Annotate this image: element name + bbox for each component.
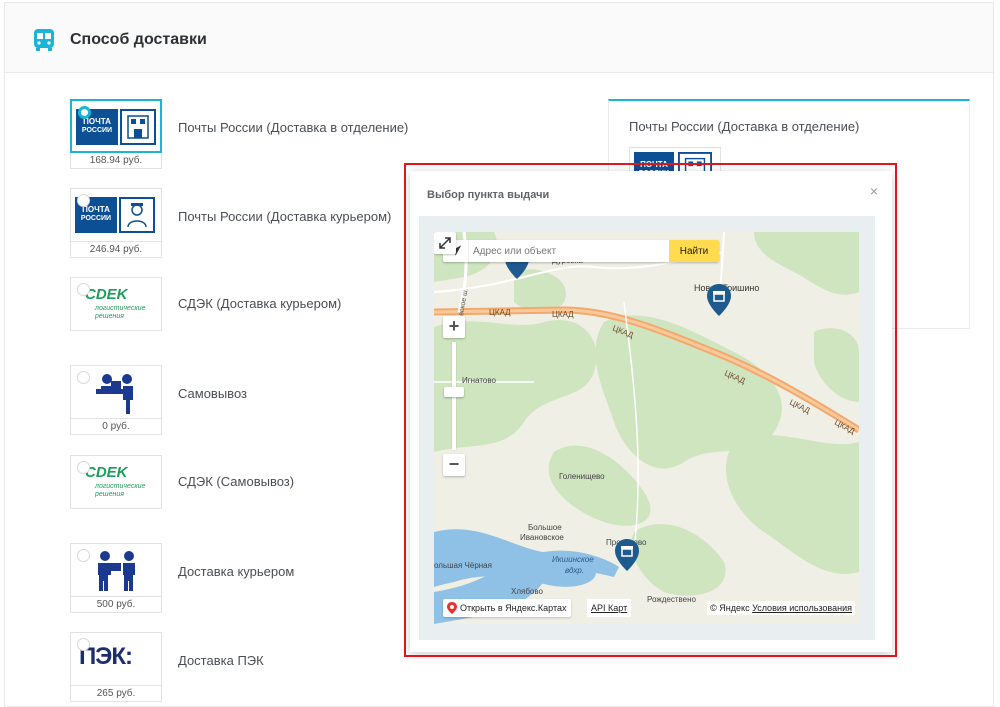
pek-logo[interactable]: ПЭК: xyxy=(70,632,162,686)
pickup-people-icon[interactable] xyxy=(70,365,162,419)
summary-title: Почты России (Доставка в отделение) xyxy=(629,119,860,134)
option-price: 0 руб. xyxy=(70,419,162,435)
pochta-logo-text-2: РОССИИ xyxy=(80,215,112,222)
courier-people-icon-graphic xyxy=(98,551,135,591)
courier-person-icon xyxy=(119,197,155,233)
page: Способ доставки ПОЧТА РОССИИ 168.94 руб.… xyxy=(0,0,1000,707)
option-price: 246.94 руб. xyxy=(70,242,162,258)
option-label[interactable]: Почты России (Доставка курьером) xyxy=(178,209,391,224)
delivery-option-courier[interactable]: 500 руб. Доставка курьером xyxy=(70,543,294,615)
radio-pochta-courier[interactable] xyxy=(77,194,90,207)
option-label[interactable]: Почты России (Доставка в отделение) xyxy=(178,120,408,135)
delivery-option-pickup[interactable]: 0 руб. Самовывоз xyxy=(70,365,247,437)
pochta-logo-text-2: РОССИИ xyxy=(81,127,113,134)
cdek-logo[interactable]: СDEK логистические решения xyxy=(70,277,162,331)
delivery-option-pek[interactable]: ПЭК: 265 руб. Доставка ПЭК xyxy=(70,632,264,704)
radio-cdek-courier[interactable] xyxy=(77,283,90,296)
delivery-option-pochta-courier[interactable]: ПОЧТА РОССИИ 246.94 руб. Почты России (Д… xyxy=(70,188,391,260)
delivery-option-pochta-office[interactable]: ПОЧТА РОССИИ 168.94 руб. Почты России (Д… xyxy=(70,99,408,171)
delivery-option-cdek-pickup[interactable]: СDEK логистические решения СДЭК (Самовыв… xyxy=(70,455,294,509)
cdek-logo-sub2: решения xyxy=(95,313,124,320)
delivery-option-cdek-courier[interactable]: СDEK логистические решения СДЭК (Доставк… xyxy=(70,277,341,331)
option-price: 265 руб. xyxy=(70,686,162,702)
option-label[interactable]: Самовывоз xyxy=(178,386,247,401)
pochta-rossii-office-logo[interactable]: ПОЧТА РОССИИ xyxy=(70,99,162,153)
radio-cdek-pickup[interactable] xyxy=(77,461,90,474)
cdek-logo-sub1: логистические xyxy=(95,305,146,312)
post-office-icon xyxy=(120,109,156,145)
cdek-logo-text: СDEK xyxy=(85,464,128,481)
cdek-logo-sub1: логистические xyxy=(95,483,146,490)
option-label[interactable]: Доставка курьером xyxy=(178,564,294,579)
courier-people-icon[interactable] xyxy=(70,543,162,597)
panel-title: Способ доставки xyxy=(70,31,207,48)
option-label[interactable]: СДЭК (Доставка курьером) xyxy=(178,296,341,311)
radio-pochta-office[interactable] xyxy=(78,106,91,119)
radio-courier[interactable] xyxy=(77,549,90,562)
radio-pickup[interactable] xyxy=(77,371,90,384)
option-price: 168.94 руб. xyxy=(70,153,162,169)
cdek-logo[interactable]: СDEK логистические решения xyxy=(70,455,162,509)
option-label[interactable]: Доставка ПЭК xyxy=(178,653,264,668)
cdek-logo-sub2: решения xyxy=(95,491,124,498)
option-label[interactable]: СДЭК (Самовывоз) xyxy=(178,474,294,489)
pickup-people-icon-graphic xyxy=(96,374,133,414)
highlight-frame xyxy=(404,163,897,657)
option-price: 500 руб. xyxy=(70,597,162,613)
pochta-rossii-courier-logo[interactable]: ПОЧТА РОССИИ xyxy=(70,188,162,242)
cdek-logo-text: СDEK xyxy=(85,286,128,303)
panel-header: Способ доставки xyxy=(5,3,993,73)
radio-pek[interactable] xyxy=(77,638,90,651)
bus-icon xyxy=(34,29,54,51)
